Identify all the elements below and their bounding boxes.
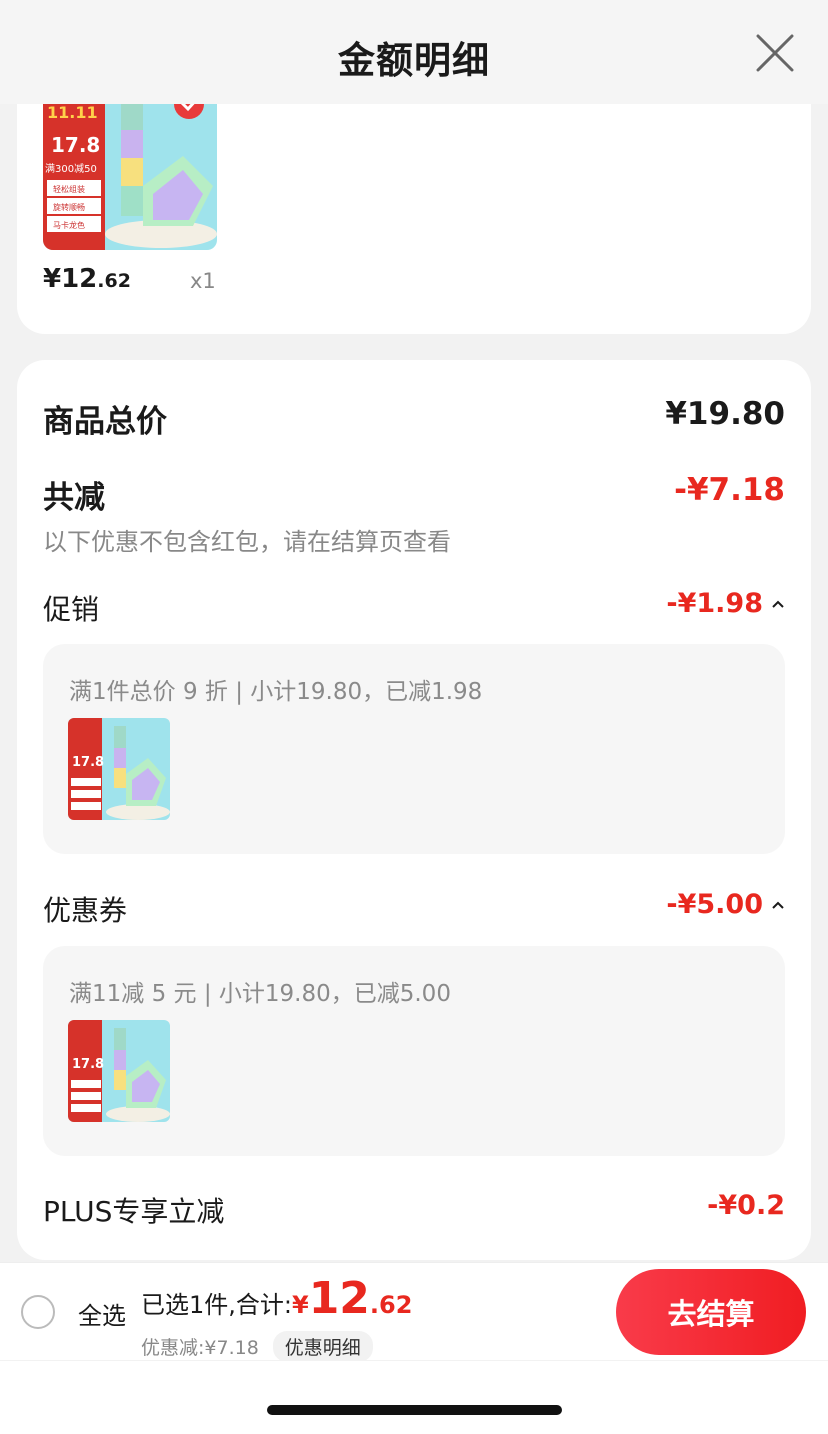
plus-row: PLUS专享立减 -¥0.2	[43, 1190, 785, 1230]
home-area	[0, 1361, 828, 1434]
goods-total-row: 商品总价 ¥19.80	[43, 396, 785, 440]
coupon-label: 优惠券	[43, 894, 128, 927]
close-button[interactable]	[754, 32, 796, 74]
svg-text:11.11: 11.11	[47, 104, 98, 122]
coupon-product-thumbnail[interactable]: 17.8	[68, 1020, 170, 1122]
coupon-detail-text: 满11减 5 元 | 小计19.80，已减5.00	[69, 981, 451, 1007]
total-reduction-row: 共减 -¥7.18	[43, 472, 785, 516]
total-cents: .62	[369, 1291, 413, 1319]
home-indicator[interactable]	[267, 1405, 562, 1415]
coupon-detail-box: 满11减 5 元 | 小计19.80，已减5.00 17.8	[43, 946, 785, 1156]
product-price: ¥12.62	[43, 264, 131, 294]
product-quantity: x1	[190, 269, 216, 293]
page-title: 金额明细	[338, 39, 490, 82]
selected-text: 已选1件,合计:	[141, 1291, 292, 1319]
total-symbol: ¥	[291, 1291, 309, 1319]
thumb-feature-1: 轻松组装	[53, 184, 85, 194]
coupon-row[interactable]: 优惠券 -¥5.00	[43, 889, 785, 929]
promotion-value: -¥1.98	[666, 588, 763, 619]
promotion-amount: -¥1.98	[666, 588, 785, 619]
discount-text: 优惠减:¥7.18	[141, 1337, 259, 1359]
promotion-product-thumbnail[interactable]: 17.8	[68, 718, 170, 820]
chevron-up-icon[interactable]	[771, 599, 785, 609]
goods-total-value: ¥19.80	[665, 396, 785, 432]
promotion-detail-text: 满1件总价 9 折 | 小计19.80，已减1.98	[69, 679, 483, 705]
checkout-button[interactable]: 去结算	[616, 1269, 806, 1355]
plus-value: -¥0.2	[707, 1190, 785, 1221]
goods-total-label: 商品总价	[43, 404, 167, 440]
discount-line: 优惠减:¥7.18 优惠明细	[141, 1331, 373, 1362]
thumb-price: 17.8	[51, 133, 100, 157]
svg-text:17.8: 17.8	[72, 1057, 104, 1072]
promotion-row[interactable]: 促销 -¥1.98	[43, 588, 785, 628]
reduction-note: 以下优惠不包含红包，请在结算页查看	[43, 528, 451, 556]
sheet-header: 金额明细	[0, 0, 828, 104]
thumb-promo: 满300减50	[45, 163, 97, 175]
product-card: 11.11 17.8 满300减50 轻松组装 旋转顺畅 马卡龙色 ¥12.62…	[17, 104, 811, 334]
close-icon	[756, 34, 794, 72]
promotion-detail-box: 满1件总价 9 折 | 小计19.80，已减1.98 17.8	[43, 644, 785, 854]
selected-summary: 已选1件,合计: ¥ 12 .62	[141, 1273, 412, 1324]
total-reduction-value: -¥7.18	[674, 472, 785, 508]
amount-detail-card: 商品总价 ¥19.80 共减 -¥7.18 以下优惠不包含红包，请在结算页查看 …	[17, 360, 811, 1260]
discount-detail-chip[interactable]: 优惠明细	[272, 1331, 373, 1362]
coupon-amount: -¥5.00	[666, 889, 785, 920]
total-int: 12	[308, 1273, 370, 1324]
product-price-int: ¥12	[43, 264, 98, 294]
thumb-feature-2: 旋转顺畅	[53, 202, 85, 212]
chevron-up-icon[interactable]	[771, 900, 785, 910]
select-all-label[interactable]: 全选	[78, 1296, 126, 1331]
svg-text:17.8: 17.8	[72, 755, 104, 770]
checkout-bar: 全选 已选1件,合计: ¥ 12 .62 优惠减:¥7.18 优惠明细 去结算	[0, 1262, 828, 1362]
product-price-cents: .62	[97, 270, 131, 292]
plus-label: PLUS专享立减	[43, 1195, 225, 1228]
select-all-radio[interactable]	[21, 1295, 55, 1329]
thumb-feature-3: 马卡龙色	[53, 220, 85, 230]
promotion-label: 促销	[43, 593, 100, 626]
total-reduction-label: 共减	[43, 480, 105, 516]
coupon-value: -¥5.00	[666, 889, 763, 920]
product-thumbnail[interactable]: 11.11 17.8 满300减50 轻松组装 旋转顺畅 马卡龙色	[43, 104, 217, 250]
